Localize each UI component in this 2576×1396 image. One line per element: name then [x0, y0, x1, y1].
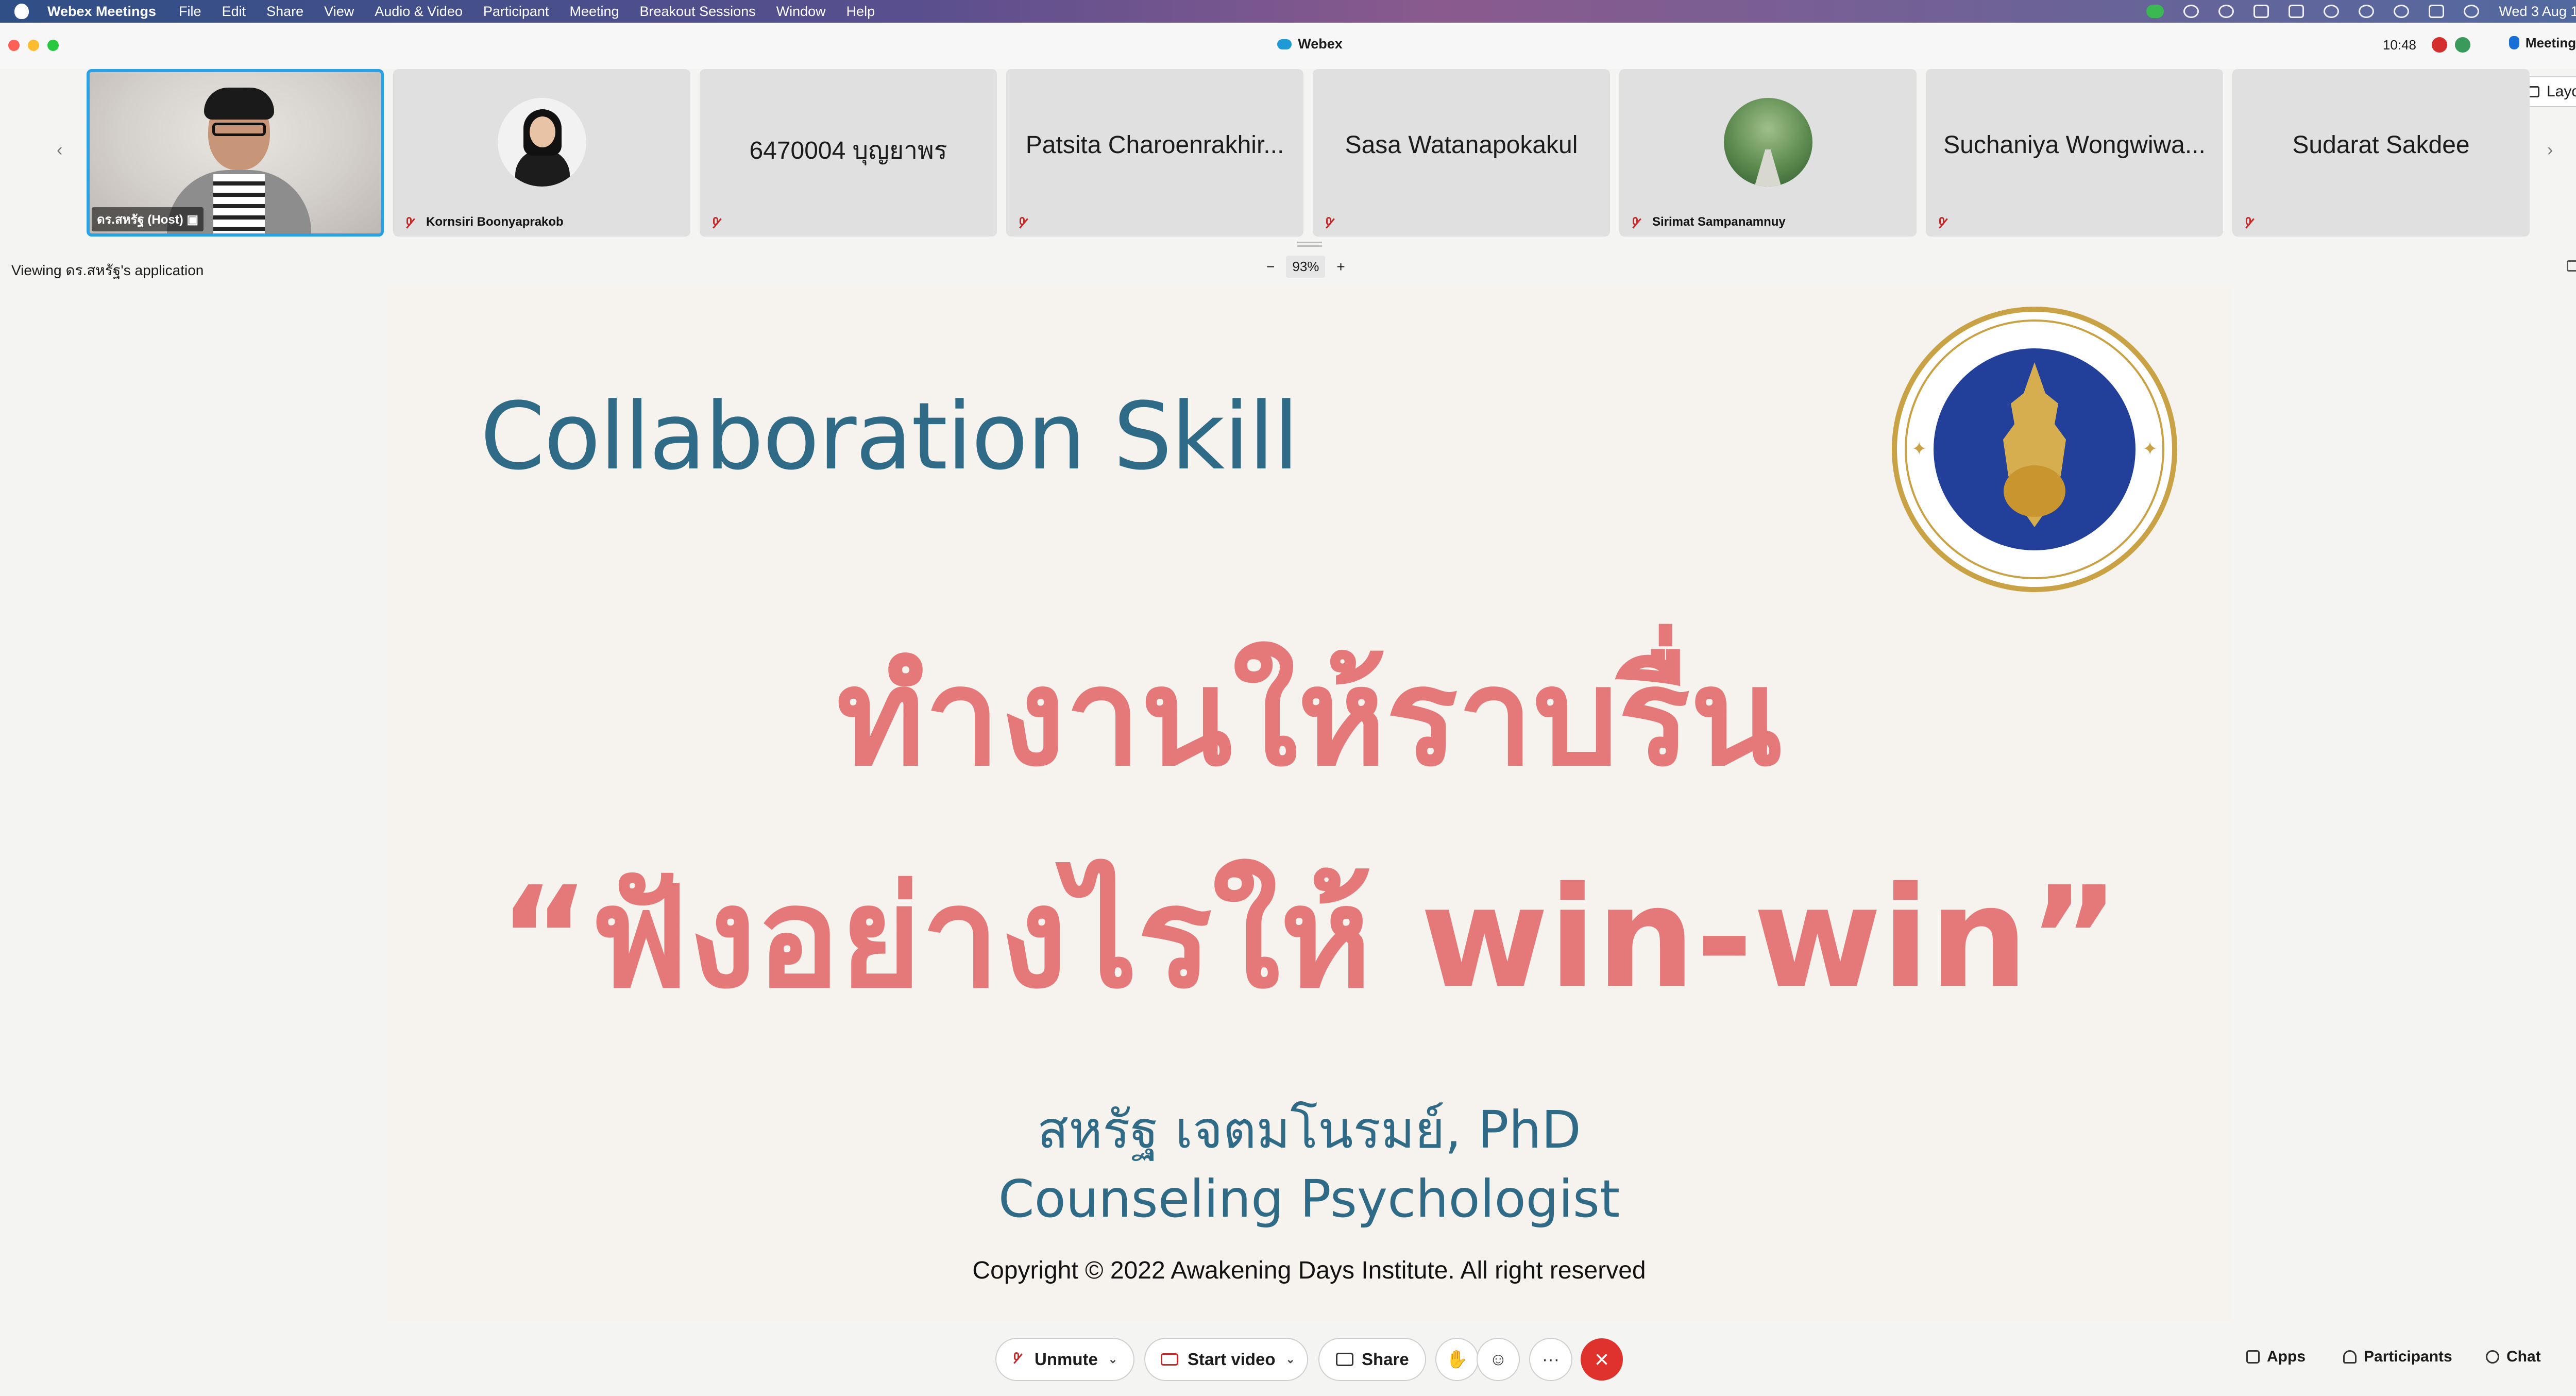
webex-logo-icon — [1277, 39, 1292, 49]
menu-bar: Webex Meetings File Edit Share View Audi… — [0, 0, 2576, 23]
muted-mic-icon — [1011, 1352, 1024, 1367]
avatar — [1723, 98, 1812, 187]
share-screen-icon — [1336, 1353, 1353, 1366]
recording-icon[interactable] — [2432, 37, 2447, 53]
muted-mic-icon — [710, 217, 721, 229]
reactions-button[interactable]: ☺ — [1477, 1338, 1520, 1381]
zoom-control: − 93% + — [1266, 256, 1345, 278]
menubar-datetime[interactable]: Wed 3 Aug 13:32 — [2499, 4, 2576, 20]
participant-tile[interactable]: Patsita Charoenrakhir... — [1006, 69, 1303, 237]
keyboard-icon[interactable] — [2253, 5, 2269, 18]
participant-name-large: Patsita Charoenrakhir... — [1025, 131, 1284, 159]
shared-slide: Collaboration Skill ✦ ✦ ทำงานให้ราบรื่น … — [387, 285, 2231, 1322]
smiley-icon: ☺ — [1489, 1349, 1507, 1369]
hand-icon: ✋ — [1446, 1350, 1468, 1369]
start-video-button[interactable]: Start video ⌄ — [1144, 1338, 1308, 1381]
muted-mic-icon — [1323, 217, 1334, 229]
menu-app-name[interactable]: Webex Meetings — [47, 4, 156, 20]
participant-tile-host[interactable]: ดร.สหรัฐ (Host) ▣ — [87, 69, 384, 237]
zoom-out-button[interactable]: − — [1266, 259, 1275, 275]
close-icon: × — [1594, 1345, 1609, 1373]
filmstrip-resize-handle[interactable] — [1297, 242, 1322, 247]
participant-tile[interactable]: Suchaniya Wongwiwa... — [1926, 69, 2223, 237]
participant-tile[interactable]: 6470004 บุญยาพร — [700, 69, 997, 237]
participant-tile[interactable]: Sasa Watanapokakul — [1313, 69, 1610, 237]
viewing-status: Viewing ดร.สหรัฐ's application — [11, 262, 204, 278]
person-icon — [2343, 1350, 2357, 1364]
creative-cloud-icon[interactable] — [2183, 5, 2199, 18]
filmstrip-next-arrow[interactable]: › — [2547, 140, 2553, 160]
window-titlebar: Webex 10:48 Meeting Info — [0, 23, 2576, 69]
slide-author: สหรัฐ เจตมโนรมย์, PhD — [1037, 1100, 1581, 1160]
svg-text:✦: ✦ — [1911, 438, 1927, 459]
menu-share[interactable]: Share — [266, 4, 303, 20]
menu-meeting[interactable]: Meeting — [569, 4, 619, 20]
chat-bubble-icon — [2486, 1350, 2499, 1364]
shield-icon — [2509, 36, 2519, 49]
slide-thai-subheading: “ฟังอย่างไรให้ win-win” — [498, 856, 2120, 1019]
slide-thai-heading: ทำงานให้ราบรื่น — [836, 640, 1782, 796]
svg-text:✦: ✦ — [2142, 438, 2158, 459]
wifi-icon[interactable] — [2359, 5, 2375, 18]
slide-title: Collaboration Skill — [480, 383, 1299, 491]
muted-mic-icon — [2243, 217, 2254, 229]
chevron-down-icon[interactable]: ⌄ — [1108, 1353, 1117, 1366]
participant-tile[interactable]: Sirimat Sampanamnuy — [1619, 69, 1917, 237]
audio-connected-icon[interactable] — [2455, 37, 2470, 53]
control-center-icon[interactable] — [2429, 5, 2445, 18]
participant-name-large: Sasa Watanapokakul — [1345, 131, 1578, 159]
menu-view[interactable]: View — [324, 4, 354, 20]
menu-audio-video[interactable]: Audio & Video — [375, 4, 463, 20]
more-options-button[interactable]: ··· — [1529, 1338, 1572, 1381]
leave-meeting-button[interactable]: × — [1581, 1338, 1623, 1381]
menu-window[interactable]: Window — [776, 4, 826, 20]
zoom-level[interactable]: 93% — [1286, 256, 1326, 278]
menu-file[interactable]: File — [179, 4, 201, 20]
unmute-button[interactable]: Unmute ⌄ — [995, 1338, 1134, 1381]
participant-name-large: 6470004 บุญยาพร — [749, 137, 947, 164]
participant-tile[interactable]: Kornsiri Boonyaprakob — [393, 69, 690, 237]
filmstrip-prev-arrow[interactable]: ‹ — [57, 140, 62, 160]
annotate-icon[interactable] — [2567, 260, 2576, 272]
menu-breakout-sessions[interactable]: Breakout Sessions — [640, 4, 756, 20]
siri-icon[interactable] — [2464, 5, 2480, 18]
meeting-info-button[interactable]: Meeting Info — [2509, 35, 2576, 51]
participant-tile[interactable]: Sudarat Sakdee — [2232, 69, 2530, 237]
chat-button[interactable]: Chat — [2486, 1348, 2541, 1366]
sync-icon[interactable] — [2218, 5, 2234, 18]
menu-edit[interactable]: Edit — [222, 4, 246, 20]
participant-name-large: Sudarat Sakdee — [2292, 131, 2470, 159]
host-name-label: ดร.สหรัฐ (Host) ▣ — [92, 207, 204, 231]
bluetooth-icon[interactable] — [2324, 5, 2340, 18]
muted-mic-icon — [1630, 217, 1641, 229]
muted-mic-icon — [403, 217, 415, 229]
slide-author-role: Counseling Psychologist — [998, 1169, 1620, 1229]
apps-button[interactable]: Apps — [2246, 1348, 2306, 1366]
menu-participant[interactable]: Participant — [483, 4, 549, 20]
zoom-in-button[interactable]: + — [1336, 259, 1345, 275]
apple-icon[interactable] — [14, 4, 29, 19]
line-icon[interactable] — [2146, 5, 2164, 18]
mahidol-seal-logo: ✦ ✦ — [1892, 307, 2177, 592]
menu-help[interactable]: Help — [846, 4, 875, 20]
participant-name: Kornsiri Boonyaprakob — [426, 215, 564, 229]
participant-name: Sirimat Sampanamnuy — [1652, 215, 1786, 229]
status-area: Wed 3 Aug 13:32 — [2146, 0, 2576, 23]
avatar — [497, 98, 586, 187]
video-off-icon — [1161, 1353, 1178, 1366]
muted-mic-icon — [1016, 217, 1028, 229]
window-title: Webex — [0, 36, 2576, 52]
muted-mic-icon — [1936, 217, 1947, 229]
volume-icon[interactable] — [2289, 5, 2304, 18]
apps-icon — [2246, 1350, 2260, 1364]
slide-copyright: Copyright © 2022 Awakening Days Institut… — [972, 1257, 1646, 1284]
spotlight-search-icon[interactable] — [2394, 5, 2410, 18]
raise-hand-button[interactable]: ✋ — [1435, 1338, 1479, 1381]
share-button[interactable]: Share — [1318, 1338, 1426, 1381]
chevron-down-icon[interactable]: ⌄ — [1286, 1353, 1295, 1366]
participant-name-large: Suchaniya Wongwiwa... — [1943, 131, 2206, 159]
meeting-elapsed-time: 10:48 — [2382, 37, 2416, 53]
participants-button[interactable]: Participants — [2343, 1348, 2452, 1366]
